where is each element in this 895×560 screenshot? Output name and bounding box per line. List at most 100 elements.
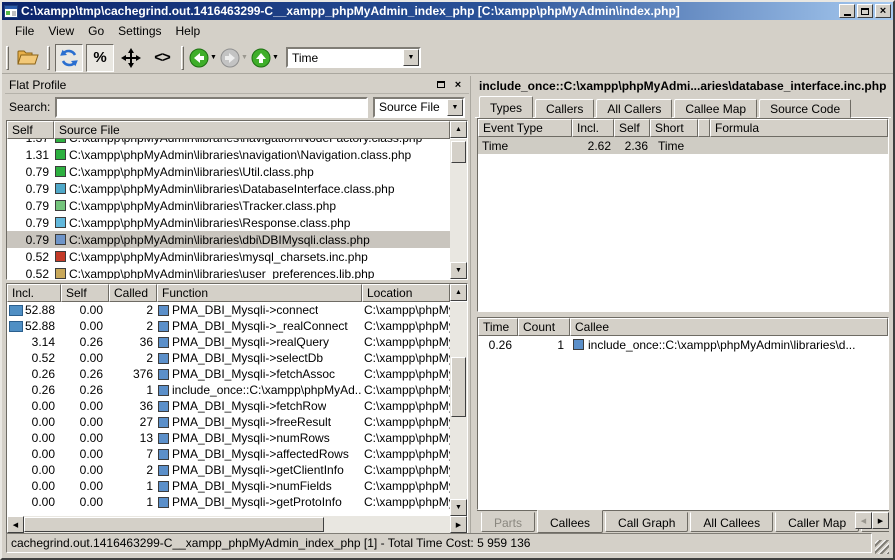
- incl-bar-icon: [9, 305, 23, 316]
- toolbar-grip[interactable]: [6, 46, 9, 70]
- combo-dropdown-icon[interactable]: ▼: [403, 49, 419, 66]
- function-row[interactable]: 0.00 0.00 2 PMA_DBI_Mysqli->getClientInf…: [7, 462, 450, 478]
- menu-item[interactable]: File: [8, 22, 41, 40]
- tab-scroll-left-button[interactable]: ◀: [855, 512, 872, 529]
- menu-item[interactable]: Settings: [111, 22, 168, 40]
- minimize-icon: [844, 14, 851, 16]
- file-row[interactable]: 0.52 C:\xampp\phpMyAdmin\libraries\user_…: [7, 265, 450, 279]
- function-row[interactable]: 0.26 0.26 1 include_once::C:\xampp\phpMy…: [7, 382, 450, 398]
- col-header-time[interactable]: Time: [478, 318, 518, 336]
- col-header-callee[interactable]: Callee: [570, 318, 888, 336]
- menu-item[interactable]: Help: [169, 22, 208, 40]
- col-header-self[interactable]: Self: [61, 284, 109, 302]
- callees-table: Time Count Callee 0.26 1 include_once::C…: [477, 317, 889, 510]
- cycle-graph-button[interactable]: [55, 44, 83, 72]
- move-arrows-icon: [121, 48, 141, 68]
- forward-button[interactable]: ▼: [220, 44, 248, 72]
- file-row[interactable]: 0.79 C:\xampp\phpMyAdmin\libraries\Track…: [7, 197, 450, 214]
- dock-float-button[interactable]: [434, 78, 448, 91]
- expand-button[interactable]: <>: [148, 44, 176, 72]
- incl-bar-icon: [9, 321, 23, 332]
- col-header-incl[interactable]: Incl.: [572, 119, 614, 137]
- menu-item[interactable]: View: [41, 22, 81, 40]
- percent-button[interactable]: %: [86, 44, 114, 72]
- scroll-up-button[interactable]: ▲: [450, 121, 467, 138]
- function-row[interactable]: 0.00 0.00 1 PMA_DBI_Mysqli->getProtoInfo…: [7, 494, 450, 510]
- function-row[interactable]: 0.00 0.00 27 PMA_DBI_Mysqli->freeResult …: [7, 414, 450, 430]
- titlebar[interactable]: C:\xampp\tmp\cachegrind.out.1416463299-C…: [2, 2, 893, 20]
- back-button[interactable]: ▼: [189, 44, 217, 72]
- scroll-down-button[interactable]: ▼: [450, 499, 467, 516]
- toolbar-grip[interactable]: [181, 46, 184, 70]
- col-header-source-file[interactable]: Source File: [54, 121, 450, 139]
- up-button[interactable]: ▼: [251, 44, 279, 72]
- event-type-combo[interactable]: Time ▼: [286, 47, 421, 68]
- function-row[interactable]: 0.00 0.00 7 PMA_DBI_Mysqli->affectedRows…: [7, 446, 450, 462]
- file-row[interactable]: 0.52 C:\xampp\phpMyAdmin\libraries\mysql…: [7, 248, 450, 265]
- function-row[interactable]: 52.88 0.00 2 PMA_DBI_Mysqli->_realConnec…: [7, 318, 450, 334]
- file-row[interactable]: 0.79 C:\xampp\phpMyAdmin\libraries\Respo…: [7, 214, 450, 231]
- file-row[interactable]: 1.37 C:\xampp\phpMyAdmin\libraries\navig…: [7, 139, 450, 146]
- function-list-vscrollbar[interactable]: ▼: [450, 302, 467, 516]
- float-icon: [437, 81, 445, 88]
- resize-grip[interactable]: [875, 540, 889, 554]
- bottom-tab[interactable]: All Callees: [690, 512, 773, 532]
- toolbar-grip[interactable]: [47, 46, 50, 70]
- dock-close-button[interactable]: ×: [451, 78, 465, 91]
- event-type-row[interactable]: Time 2.62 2.36 Time: [478, 137, 888, 154]
- col-header-location[interactable]: Location: [362, 284, 450, 302]
- flat-profile-dock: Flat Profile × Search: Source File ▼ Sel…: [4, 76, 470, 534]
- minimize-button[interactable]: [839, 4, 855, 18]
- detail-tab[interactable]: Callers: [535, 99, 594, 118]
- bottom-tab[interactable]: Call Graph: [605, 512, 688, 532]
- function-row[interactable]: 0.26 0.26 376 PMA_DBI_Mysqli->fetchAssoc…: [7, 366, 450, 382]
- bottom-tab[interactable]: Caller Map: [775, 512, 859, 532]
- group-by-combo[interactable]: Source File ▼: [373, 97, 465, 118]
- bottom-tab[interactable]: Parts: [481, 512, 535, 532]
- cost-color-icon: [55, 251, 66, 262]
- function-row[interactable]: 0.00 0.00 13 PMA_DBI_Mysqli->numRows C:\…: [7, 430, 450, 446]
- callee-row[interactable]: 0.26 1 include_once::C:\xampp\phpMyAdmin…: [478, 336, 888, 353]
- open-file-button[interactable]: [14, 44, 42, 72]
- maximize-button[interactable]: [857, 4, 873, 18]
- function-icon: [158, 401, 169, 412]
- file-row[interactable]: 1.31 C:\xampp\phpMyAdmin\libraries\navig…: [7, 146, 450, 163]
- col-header-incl[interactable]: Incl.: [7, 284, 61, 302]
- function-row[interactable]: 52.88 0.00 2 PMA_DBI_Mysqli->connect C:\…: [7, 302, 450, 318]
- detail-tab[interactable]: All Callers: [596, 99, 672, 118]
- function-row[interactable]: 3.14 0.26 36 PMA_DBI_Mysqli->realQuery C…: [7, 334, 450, 350]
- forward-dropdown-icon[interactable]: ▼: [241, 54, 248, 61]
- detail-tab[interactable]: Callee Map: [674, 99, 757, 118]
- col-header-formula[interactable]: Formula: [710, 119, 888, 137]
- file-row[interactable]: 0.79 C:\xampp\phpMyAdmin\libraries\Util.…: [7, 163, 450, 180]
- scroll-down-button[interactable]: ▼: [450, 262, 467, 279]
- col-header-function[interactable]: Function: [157, 284, 362, 302]
- pan-button[interactable]: [117, 44, 145, 72]
- file-row[interactable]: 0.79 C:\xampp\phpMyAdmin\libraries\Datab…: [7, 180, 450, 197]
- close-button[interactable]: ×: [875, 4, 891, 18]
- detail-tab[interactable]: Types: [479, 96, 533, 118]
- file-list-vscrollbar[interactable]: ▼: [450, 139, 467, 279]
- function-row[interactable]: 0.52 0.00 2 PMA_DBI_Mysqli->selectDb C:\…: [7, 350, 450, 366]
- search-input[interactable]: [55, 97, 368, 118]
- scrollbar-thumb[interactable]: [451, 141, 466, 163]
- dock-titlebar[interactable]: Flat Profile ×: [5, 76, 469, 94]
- bottom-tab[interactable]: Callees: [537, 510, 603, 533]
- scrollbar-thumb[interactable]: [451, 357, 466, 417]
- function-row[interactable]: 0.00 0.00 1 PMA_DBI_Mysqli->numFields C:…: [7, 478, 450, 494]
- detail-tab[interactable]: Source Code: [759, 99, 851, 118]
- col-header-self[interactable]: Self: [7, 121, 54, 139]
- tab-scroll-right-button[interactable]: ▶: [872, 512, 889, 529]
- back-dropdown-icon[interactable]: ▼: [210, 54, 217, 61]
- up-dropdown-icon[interactable]: ▼: [272, 54, 279, 61]
- function-row[interactable]: 0.00 0.00 36 PMA_DBI_Mysqli->fetchRow C:…: [7, 398, 450, 414]
- col-header-short[interactable]: Short: [650, 119, 698, 137]
- scroll-up-button[interactable]: ▲: [450, 284, 467, 301]
- file-row[interactable]: 0.79 C:\xampp\phpMyAdmin\libraries\dbi\D…: [7, 231, 450, 248]
- col-header-count[interactable]: Count: [518, 318, 570, 336]
- combo-dropdown-icon[interactable]: ▼: [447, 99, 463, 116]
- menu-item[interactable]: Go: [81, 22, 111, 40]
- col-header-called[interactable]: Called: [109, 284, 157, 302]
- col-header-event-type[interactable]: Event Type: [478, 119, 572, 137]
- col-header-self[interactable]: Self: [614, 119, 650, 137]
